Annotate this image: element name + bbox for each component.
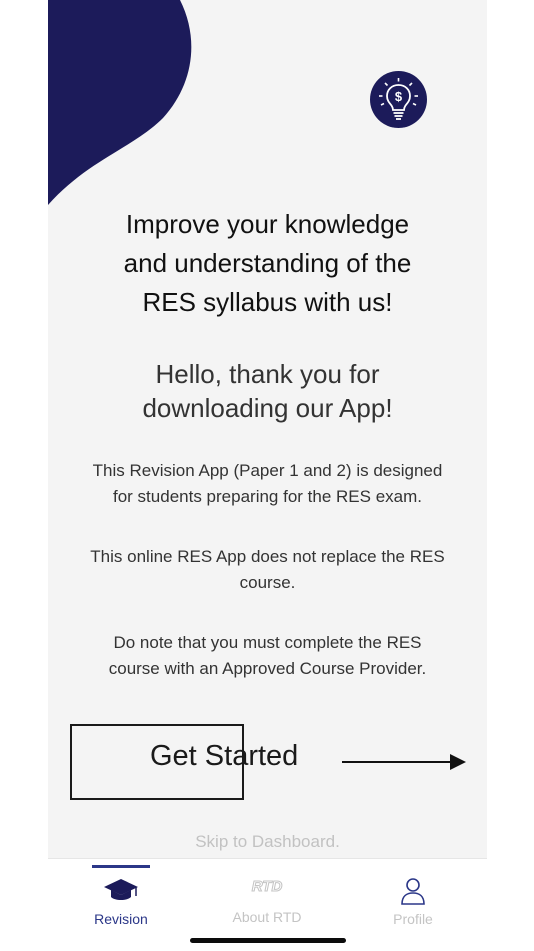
intro-paragraph: This Revision App (Paper 1 and 2) is des…: [68, 458, 467, 510]
rtd-logo-icon: RTD: [251, 878, 283, 896]
svg-text:$: $: [395, 89, 403, 104]
paragraph-line: course with an Approved Course Provider.: [108, 659, 427, 678]
tab-profile[interactable]: Profile: [340, 859, 486, 939]
note-paragraph: Do note that you must complete the RES c…: [68, 630, 467, 682]
get-started-label: Get Started: [150, 740, 299, 772]
paragraph-line: This Revision App (Paper 1 and 2) is des…: [92, 461, 443, 480]
home-indicator: [190, 938, 346, 943]
svg-text:RTD: RTD: [252, 878, 283, 895]
get-started-button[interactable]: Get Started: [70, 724, 466, 800]
dollar-lightbulb-icon: $: [370, 71, 427, 128]
paragraph-line: This online RES App does not replace the…: [90, 547, 445, 566]
greeting-line: Hello, thank you for: [155, 359, 380, 389]
disclaimer-paragraph: This online RES App does not replace the…: [68, 544, 467, 596]
paragraph-line: for students preparing for the RES exam.: [113, 487, 422, 506]
paragraph-line: Do note that you must complete the RES: [113, 633, 422, 652]
tab-label: Profile: [393, 911, 433, 927]
graduation-cap-icon: [104, 879, 138, 900]
tab-label: Revision: [94, 911, 148, 927]
active-tab-indicator: [92, 865, 150, 868]
headline-line: Improve your knowledge: [125, 209, 410, 239]
greeting-line: downloading our App!: [142, 393, 393, 423]
onboarding-screen: $ Improve your knowledge and understandi…: [48, 0, 487, 858]
tab-revision[interactable]: Revision: [48, 859, 194, 939]
paragraph-line: course.: [239, 573, 296, 592]
greeting-heading: Hello, thank you for downloading our App…: [48, 357, 487, 425]
tab-about-rtd[interactable]: RTD About RTD: [194, 859, 340, 939]
user-icon: [401, 878, 425, 905]
headline-line: RES syllabus with us!: [142, 287, 393, 317]
arrow-right-icon: [342, 754, 466, 770]
page-headline: Improve your knowledge and understanding…: [48, 205, 487, 322]
headline-line: and understanding of the: [123, 248, 412, 278]
decorative-wave-shape: [48, 0, 192, 205]
skip-to-dashboard-link[interactable]: Skip to Dashboard.: [48, 832, 487, 852]
tab-label: About RTD: [232, 909, 302, 925]
